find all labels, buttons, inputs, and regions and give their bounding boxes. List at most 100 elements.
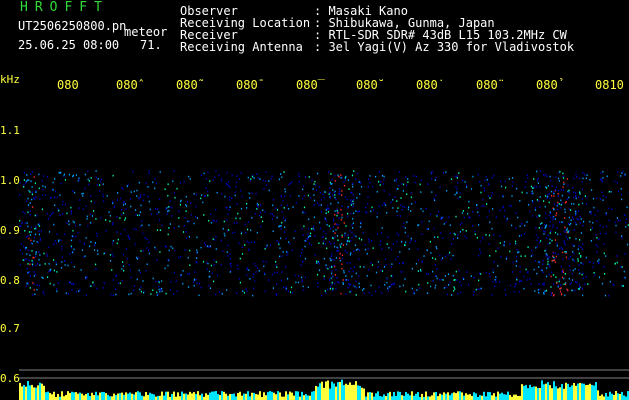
noise-dot bbox=[565, 251, 567, 253]
level-bar bbox=[157, 395, 159, 400]
noise-dot bbox=[344, 178, 346, 181]
noise-dot bbox=[322, 193, 324, 196]
noise-dot bbox=[212, 219, 214, 222]
noise-dot bbox=[335, 269, 337, 271]
noise-dot bbox=[578, 245, 580, 247]
noise-dot bbox=[340, 218, 342, 221]
noise-dot bbox=[531, 200, 533, 202]
noise-dot bbox=[466, 186, 468, 188]
noise-dot bbox=[93, 249, 96, 251]
noise-dot bbox=[426, 272, 428, 275]
noise-dot bbox=[571, 279, 574, 281]
noise-dot bbox=[121, 268, 123, 270]
noise-dot bbox=[363, 292, 365, 295]
noise-dot bbox=[515, 227, 517, 229]
signal-level-strip bbox=[19, 379, 629, 400]
noise-dot bbox=[459, 281, 461, 283]
level-bar bbox=[51, 394, 53, 400]
noise-dot bbox=[568, 192, 570, 194]
noise-dot bbox=[624, 253, 626, 255]
noise-dot bbox=[457, 237, 459, 239]
noise-dot bbox=[68, 220, 70, 222]
noise-dot bbox=[573, 229, 575, 231]
noise-dot bbox=[456, 188, 458, 191]
noise-dot bbox=[329, 197, 331, 199]
noise-dot bbox=[89, 245, 91, 248]
noise-dot bbox=[340, 174, 342, 176]
noise-dot bbox=[580, 262, 582, 264]
noise-dot bbox=[193, 281, 195, 283]
noise-dot bbox=[37, 223, 39, 226]
noise-dot bbox=[329, 288, 331, 290]
noise-dot bbox=[523, 275, 525, 278]
noise-dot bbox=[95, 170, 97, 172]
noise-dot bbox=[578, 196, 580, 199]
level-bar bbox=[455, 393, 457, 400]
noise-dot bbox=[103, 252, 105, 255]
noise-dot bbox=[550, 190, 553, 193]
noise-dot bbox=[599, 224, 601, 227]
noise-dot bbox=[620, 175, 622, 177]
noise-dot bbox=[265, 246, 267, 249]
level-bar bbox=[509, 394, 511, 400]
noise-dot bbox=[397, 255, 399, 258]
noise-dot bbox=[19, 225, 21, 227]
level-bar bbox=[233, 393, 235, 400]
noise-dot bbox=[568, 189, 570, 192]
noise-dot bbox=[436, 268, 438, 270]
noise-dot bbox=[128, 293, 130, 296]
noise-dot bbox=[520, 280, 522, 282]
noise-dot bbox=[31, 193, 33, 196]
noise-dot bbox=[308, 227, 310, 230]
level-bar bbox=[31, 384, 33, 400]
noise-dot bbox=[534, 209, 537, 211]
noise-dot bbox=[167, 194, 169, 197]
level-bar bbox=[383, 394, 385, 400]
noise-dot bbox=[564, 251, 566, 253]
noise-dot bbox=[185, 210, 187, 212]
noise-dot bbox=[498, 281, 501, 283]
noise-dot bbox=[563, 283, 565, 285]
level-bar bbox=[583, 383, 585, 400]
noise-dot bbox=[565, 256, 567, 259]
noise-dot bbox=[64, 233, 66, 235]
noise-dot bbox=[202, 260, 205, 263]
noise-dot bbox=[622, 170, 624, 173]
noise-dot bbox=[122, 253, 124, 256]
noise-dot bbox=[465, 237, 468, 239]
noise-dot bbox=[297, 281, 300, 284]
noise-dot bbox=[430, 285, 432, 288]
noise-dot bbox=[360, 222, 362, 225]
level-bar bbox=[607, 396, 609, 400]
noise-dot bbox=[173, 293, 175, 295]
noise-dot bbox=[381, 248, 383, 250]
noise-dot bbox=[246, 240, 248, 243]
noise-dot bbox=[35, 191, 37, 193]
noise-dot bbox=[332, 194, 334, 197]
noise-dot bbox=[558, 203, 560, 205]
noise-dot bbox=[19, 263, 21, 266]
noise-dot bbox=[540, 240, 542, 242]
noise-dot bbox=[561, 202, 563, 204]
noise-dot bbox=[421, 221, 423, 223]
noise-dot bbox=[454, 193, 456, 196]
noise-dot bbox=[109, 260, 112, 262]
noise-dot bbox=[207, 171, 209, 173]
noise-dot bbox=[167, 233, 169, 236]
level-bar bbox=[173, 391, 175, 400]
noise-dot bbox=[288, 183, 290, 186]
level-bar bbox=[309, 395, 311, 400]
noise-dot bbox=[438, 210, 440, 213]
noise-dot bbox=[346, 198, 348, 201]
noise-dot bbox=[404, 206, 406, 209]
noise-dot bbox=[535, 234, 537, 236]
noise-dot bbox=[190, 202, 192, 204]
noise-dot bbox=[316, 202, 319, 204]
level-bar bbox=[515, 394, 517, 400]
noise-dot bbox=[290, 286, 293, 289]
noise-dot bbox=[626, 206, 628, 209]
noise-dot bbox=[72, 282, 74, 285]
noise-dot bbox=[255, 193, 257, 195]
level-bar bbox=[241, 395, 243, 400]
noise-dot bbox=[401, 183, 403, 185]
